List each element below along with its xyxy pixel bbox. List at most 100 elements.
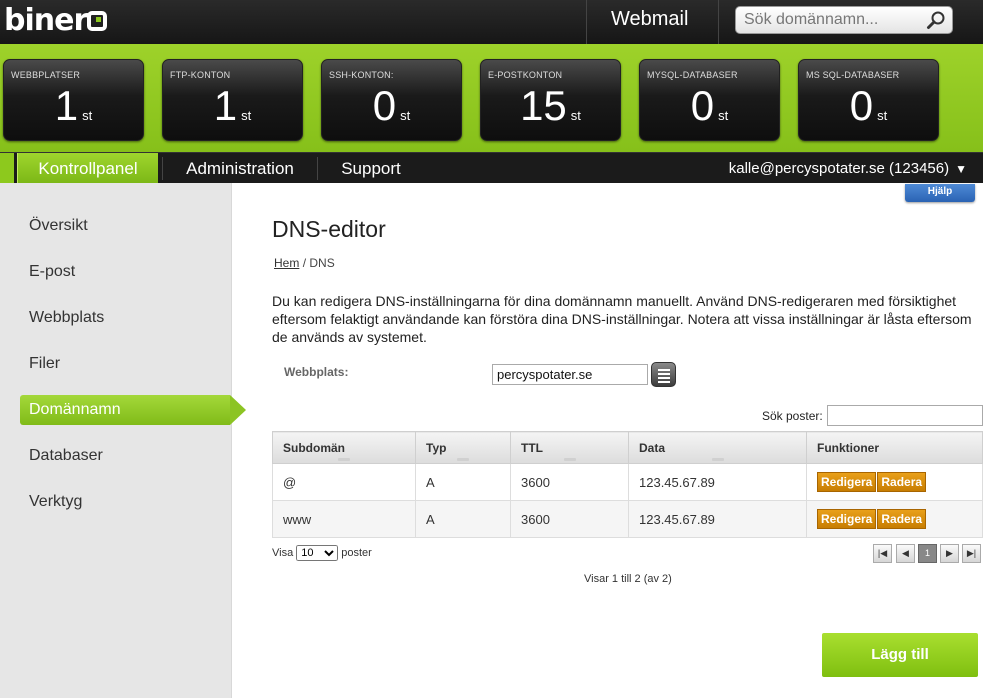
stat-value: 1 [54, 82, 79, 129]
list-menu-icon[interactable] [651, 362, 676, 387]
stat-label: MS SQL-DATABASER [806, 70, 900, 80]
cell-subdomain: @ [272, 463, 416, 501]
sidebar-item-webbplats[interactable]: Webbplats [20, 303, 230, 333]
stat-value: 0 [849, 82, 874, 129]
page-size-control: Visa 10 poster [272, 545, 372, 561]
stat-value: 0 [372, 82, 397, 129]
delete-button[interactable]: Radera [877, 472, 927, 492]
stat-ssh-konton[interactable]: SSH-KONTON: 0st [321, 59, 462, 141]
chevron-down-icon: ▼ [955, 162, 967, 176]
cell-ttl: 3600 [510, 463, 629, 501]
column-header-label: Subdomän [283, 440, 345, 455]
edit-button[interactable]: Redigera [817, 509, 877, 529]
stat-value: 0 [690, 82, 715, 129]
stat-unit: st [570, 108, 581, 123]
column-header-label: TTL [521, 440, 543, 455]
add-record-button[interactable]: Lägg till [822, 633, 978, 677]
breadcrumb-home-link[interactable]: Hem [274, 256, 299, 270]
help-button[interactable]: Hjälp [905, 184, 975, 202]
intro-text: Du kan redigera DNS-inställningarna för … [272, 293, 972, 345]
prev-page-icon[interactable]: ◀ [896, 544, 915, 563]
sort-icon [338, 458, 350, 461]
stat-ftp-konton[interactable]: FTP-KONTON 1st [162, 59, 303, 141]
column-header-label: Data [639, 440, 666, 455]
breadcrumb-separator: / [302, 256, 307, 270]
sidebar-item-domannamn[interactable]: Domännamn [20, 395, 246, 425]
binero-logo[interactable]: biner [4, 3, 108, 38]
sidebar-item-e-post[interactable]: E-post [20, 257, 230, 287]
first-page-icon[interactable]: |◀ [873, 544, 892, 563]
last-page-icon[interactable]: ▶| [962, 544, 981, 563]
breadcrumb-current: DNS [309, 256, 335, 270]
stat-label: WEBBPLATSER [11, 70, 81, 80]
cell-functions: Redigera Radera [806, 463, 983, 501]
main-nav: Kontrollpanel Administration Support kal… [0, 152, 983, 184]
nav-separator [317, 157, 318, 180]
cell-type: A [415, 463, 511, 501]
webmail-link[interactable]: Webmail [611, 8, 688, 31]
column-header-type[interactable]: Typ [415, 431, 511, 464]
stat-e-postkonton[interactable]: E-POSTKONTON 15st [480, 59, 621, 141]
stat-label: SSH-KONTON: [329, 70, 394, 80]
dns-table: Subdomän Typ TTL Data Funktioner @ A 360… [272, 431, 983, 538]
stat-label: E-POSTKONTON [488, 70, 563, 80]
nav-kontrollpanel[interactable]: Kontrollpanel [17, 153, 158, 184]
sidebar: Översikt E-post Webbplats Filer Domännam… [0, 183, 246, 698]
next-page-icon[interactable]: ▶ [940, 544, 959, 563]
column-header-label: Funktioner [817, 440, 879, 455]
posts-label: poster [341, 546, 372, 559]
cell-type: A [415, 500, 511, 538]
sort-icon [711, 458, 724, 461]
stat-unit: st [82, 108, 93, 123]
nav-separator [162, 157, 163, 180]
stat-unit: st [400, 108, 411, 123]
nav-administration[interactable]: Administration [166, 153, 314, 184]
column-header-ttl[interactable]: TTL [510, 431, 629, 464]
sidebar-item-filer[interactable]: Filer [20, 349, 230, 379]
page-size-select[interactable]: 10 [296, 545, 339, 561]
cell-data: 123.45.67.89 [628, 463, 807, 501]
divider [586, 0, 587, 44]
column-header-data[interactable]: Data [628, 431, 807, 464]
site-label: Webbplats: [284, 365, 349, 379]
stat-value: 15 [520, 82, 567, 129]
stat-label: MYSQL-DATABASER [647, 70, 738, 80]
table-row: @ A 3600 123.45.67.89 Redigera Radera [272, 463, 983, 501]
site-field[interactable] [492, 364, 648, 385]
stat-label: FTP-KONTON [170, 70, 231, 80]
sort-icon [457, 458, 469, 461]
search-icon[interactable] [926, 10, 946, 30]
show-label: Visa [272, 546, 294, 559]
stat-unit: st [241, 108, 252, 123]
stat-webbplatser[interactable]: WEBBPLATSER 1st [3, 59, 144, 141]
sort-icon [563, 458, 576, 461]
delete-button[interactable]: Radera [877, 509, 927, 529]
cell-ttl: 3600 [510, 500, 629, 538]
column-header-label: Typ [426, 440, 447, 455]
sidebar-item-databaser[interactable]: Databaser [20, 441, 230, 471]
sidebar-item-verktyg[interactable]: Verktyg [20, 487, 230, 517]
nav-support[interactable]: Support [321, 153, 421, 184]
cell-subdomain: www [272, 500, 416, 538]
column-header-subdomain[interactable]: Subdomän [272, 431, 416, 464]
top-bar: biner Webmail [0, 0, 983, 44]
edit-button[interactable]: Redigera [817, 472, 877, 492]
stat-unit: st [877, 108, 888, 123]
domain-search-input[interactable] [736, 7, 916, 33]
nav-edge [0, 153, 14, 184]
page-number[interactable]: 1 [918, 544, 937, 563]
column-header-functions: Funktioner [806, 431, 983, 464]
stat-value: 1 [213, 82, 238, 129]
sidebar-item-oversikt[interactable]: Översikt [20, 211, 230, 241]
divider [718, 0, 719, 44]
stat-mssql-databaser[interactable]: MS SQL-DATABASER 0st [798, 59, 939, 141]
paging-info: Visar 1 till 2 (av 2) [584, 573, 672, 585]
cell-functions: Redigera Radera [806, 500, 983, 538]
search-posts-label: Sök poster: [762, 409, 823, 423]
search-posts-input[interactable] [827, 405, 983, 426]
cell-data: 123.45.67.89 [628, 500, 807, 538]
account-menu[interactable]: kalle@percyspotater.se (123456) ▼ [729, 153, 967, 184]
account-label: kalle@percyspotater.se (123456) [728, 160, 950, 177]
stat-mysql-databaser[interactable]: MYSQL-DATABASER 0st [639, 59, 780, 141]
page-title: DNS-editor [272, 216, 386, 242]
